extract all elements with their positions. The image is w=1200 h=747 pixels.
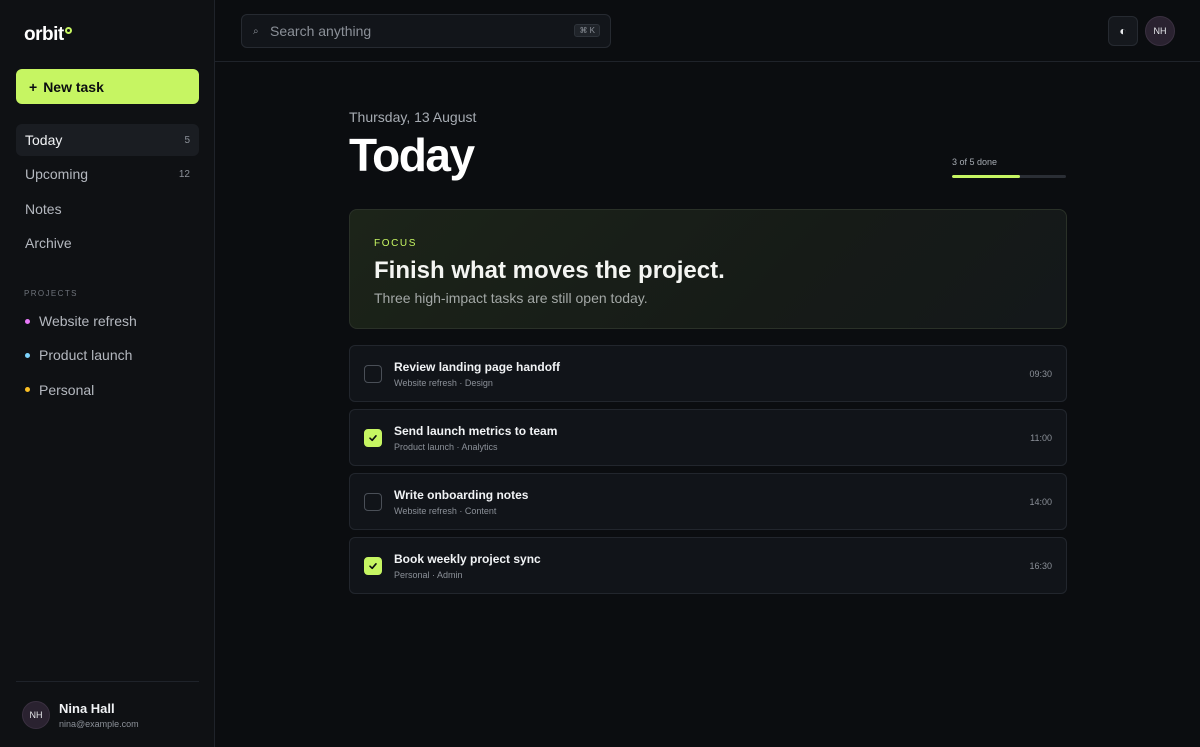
avatar: NH [22,700,50,729]
sidebar: orbit + New task Today 5 Upcoming 12 Not… [0,0,215,747]
project-label: Website refresh [39,313,137,330]
projects-heading: PROJECTS [24,289,78,298]
checkmark-icon [369,563,377,570]
sidebar-item-label: Archive [25,234,72,251]
task-title: Send launch metrics to team [394,424,558,438]
project-item-personal[interactable]: Personal [16,373,199,407]
sidebar-item-archive[interactable]: Archive [16,227,199,259]
page-title: Today [349,129,475,181]
task-time: 16:30 [1029,561,1052,571]
task-row[interactable]: Send launch metrics to team Product laun… [349,409,1067,466]
logo[interactable]: orbit [24,24,72,46]
logo-text: orbit [24,24,64,45]
progress-label: 3 of 5 done [952,157,998,167]
task-row[interactable]: Book weekly project sync Personal · Admi… [349,537,1067,594]
task-list: Review landing page handoff Website refr… [349,345,1067,601]
search-box: ⌕ ⌘ K [241,14,611,48]
sidebar-item-count: 5 [184,134,190,146]
sidebar-item-label: Notes [25,200,62,217]
focus-title: Finish what moves the project. [374,257,725,284]
focus-label: FOCUS [374,238,417,249]
page-date: Thursday, 13 August [349,109,477,125]
user-profile[interactable]: NH Nina Hall nina@example.com [16,681,199,747]
task-time: 11:00 [1030,433,1052,443]
project-color-dot [25,318,30,324]
contrast-icon: ◐ [1119,24,1127,38]
sidebar-item-today[interactable]: Today 5 [16,124,199,156]
project-color-dot [25,387,30,393]
sidebar-item-count: 12 [178,168,190,180]
task-checkbox[interactable] [364,493,382,511]
progress-bar [952,175,1066,178]
sidebar-nav: Today 5 Upcoming 12 Notes Archive [16,124,199,261]
task-meta: Website refresh · Content [394,506,497,516]
search-input[interactable] [270,23,610,39]
task-checkbox[interactable] [364,365,382,383]
topbar: ⌕ ⌘ K ◐ NH [215,0,1200,62]
avatar[interactable]: NH [1145,16,1175,46]
task-title: Review landing page handoff [394,360,561,374]
task-meta: Product launch · Analytics [394,442,498,452]
task-time: 14:00 [1029,497,1052,507]
task-title: Book weekly project sync [394,552,541,566]
project-label: Product launch [39,347,133,364]
sidebar-item-label: Upcoming [25,166,89,183]
checkmark-icon [369,435,377,442]
user-info: Nina Hall nina@example.com [59,701,139,729]
task-row[interactable]: Review landing page handoff Website refr… [349,345,1067,402]
project-list: Website refresh Product launch Personal [16,304,199,407]
user-email: nina@example.com [59,718,139,729]
search-icon: ⌕ [253,25,259,37]
plus-icon: + [29,78,38,95]
task-row[interactable]: Write onboarding notes Website refresh ·… [349,473,1067,530]
new-task-button[interactable]: + New task [16,69,199,104]
project-item-website-refresh[interactable]: Website refresh [16,304,199,338]
project-item-product-launch[interactable]: Product launch [16,338,199,372]
project-color-dot [25,352,30,358]
focus-subtitle: Three high-impact tasks are still open t… [374,290,648,306]
app-root: orbit + New task Today 5 Upcoming 12 Not… [0,0,1200,747]
keyboard-shortcut-hint: ⌘ K [574,24,600,37]
progress-bar-fill [952,175,1021,178]
user-name: Nina Hall [59,700,115,716]
task-time: 09:30 [1029,369,1052,379]
sidebar-item-label: Today [25,132,63,148]
sidebar-item-notes[interactable]: Notes [16,193,199,225]
focus-card: FOCUS Finish what moves the project. Thr… [349,209,1067,329]
task-title: Write onboarding notes [394,488,529,502]
task-meta: Website refresh · Design [394,378,493,388]
task-checkbox[interactable] [364,557,382,575]
project-label: Personal [39,381,95,398]
task-checkbox[interactable] [364,429,382,447]
task-meta: Personal · Admin [394,570,463,580]
theme-toggle-button[interactable]: ◐ [1108,16,1138,46]
sidebar-item-upcoming[interactable]: Upcoming 12 [16,158,199,190]
new-task-label: New task [43,78,104,95]
logo-orbit-icon [64,27,72,34]
